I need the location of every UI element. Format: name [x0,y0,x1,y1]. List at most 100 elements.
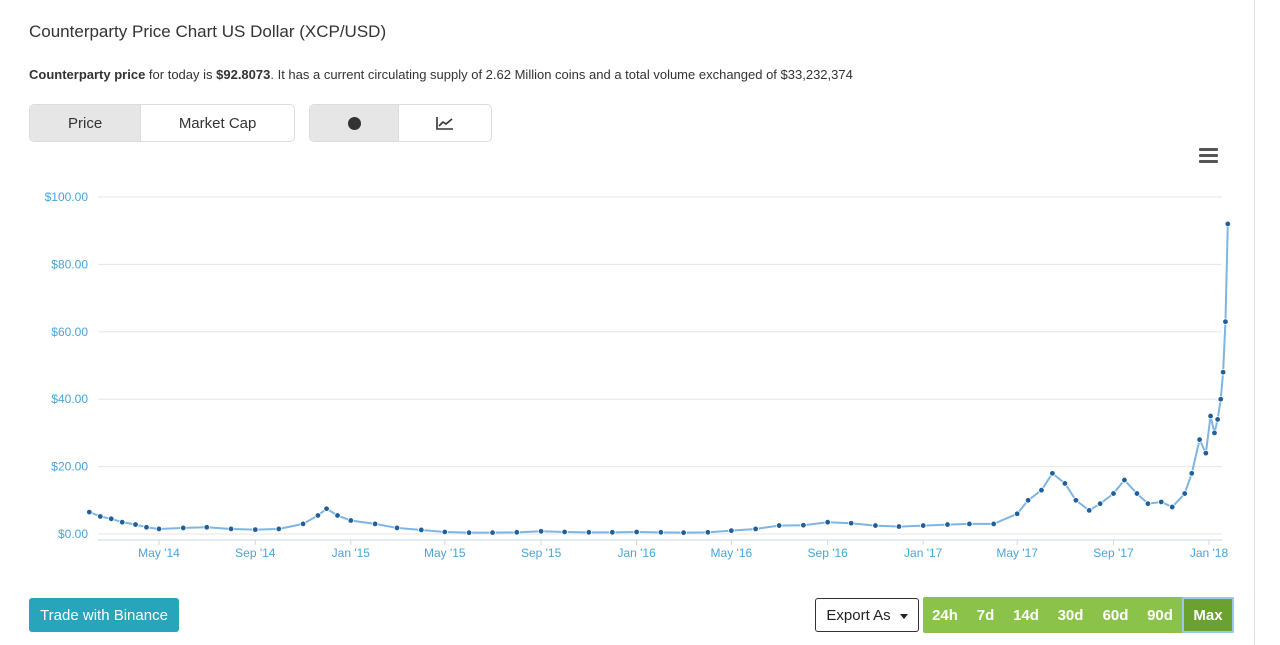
price-point [347,517,355,524]
y-tick-label: $60.00 [51,325,88,339]
export-as-dropdown[interactable]: Export As [815,598,919,632]
price-point [275,525,282,533]
price-point [1158,498,1165,506]
price-point [944,521,951,528]
price-point [118,519,126,526]
price-point [1168,503,1176,511]
price-point [97,513,104,520]
price-point [252,526,259,533]
x-tick-label: Sep '15 [521,546,562,560]
range-90d-button[interactable]: 90d [1138,597,1182,633]
price-point [1024,497,1032,504]
x-tick-label: Sep '14 [235,546,276,560]
x-tick-label: May '17 [996,546,1038,560]
hamburger-menu-icon[interactable] [1199,148,1218,163]
price-point [323,505,330,512]
price-point [334,512,341,519]
price-point [441,528,448,536]
price-point [1121,476,1128,484]
price-point [1188,470,1195,477]
price-point [1086,507,1093,514]
price-toggle-button[interactable]: Price [30,105,141,141]
desc-suffix: . It has a current circulating supply of… [270,67,853,82]
price-point [1217,395,1224,403]
price-point [752,525,759,533]
price-point [633,528,640,536]
today-price: $92.8073 [216,67,271,82]
price-point [1013,510,1021,517]
market-cap-toggle-button[interactable]: Market Cap [140,105,294,141]
x-tick-label: May '14 [138,546,180,560]
page-title: Counterparty Price Chart US Dollar (XCP/… [29,22,387,41]
price-point [728,527,735,534]
coin-price-label: Counterparty price [29,67,146,82]
price-point [513,529,521,536]
price-point [1072,497,1080,504]
range-24h-button[interactable]: 24h [923,597,967,633]
y-tick-label: $80.00 [51,257,88,271]
price-point [680,529,687,536]
chart-style-toggle [309,104,492,142]
price-point [1207,412,1214,420]
price-point [1224,220,1231,228]
price-point [155,525,163,533]
y-tick-label: $0.00 [58,527,88,541]
line-style-button[interactable] [398,105,491,141]
dot-style-button[interactable] [310,105,399,141]
price-point [203,524,210,531]
y-tick-label: $100.00 [45,190,89,204]
price-point [1110,490,1117,497]
price-point [800,522,807,529]
price-point [1196,436,1203,443]
price-point [704,529,712,536]
price-point [537,528,545,535]
price-point [108,515,115,523]
price-point [1211,429,1218,437]
range-14d-button[interactable]: 14d [1004,597,1048,633]
price-point [1181,490,1188,497]
price-point [1144,500,1152,507]
price-point [371,520,379,528]
price-point [585,529,593,536]
x-tick-label: Jan '16 [617,546,656,560]
metric-toggle: Price Market Cap [29,104,295,142]
price-point [314,512,322,519]
price-point [299,520,307,528]
price-point [465,529,473,536]
price-point [227,525,235,533]
price-point [1202,449,1210,457]
x-tick-label: Jan '15 [332,546,371,560]
line-chart-icon [436,117,453,130]
price-point [86,508,93,516]
price-point [489,529,496,536]
price-point [966,520,973,528]
price-point [775,522,783,529]
range-max-button[interactable]: Max [1182,597,1234,633]
export-as-label: Export As [826,606,891,624]
x-tick-label: Jan '17 [904,546,943,560]
price-point [1096,500,1104,507]
price-chart: $0.00 $20.00 $40.00 $60.00 $80.00 $100.00 May … [45,190,1231,560]
price-point [180,524,187,532]
range-7d-button[interactable]: 7d [967,597,1004,633]
price-point [1133,490,1141,497]
x-tick-label: Sep '17 [1093,546,1134,560]
x-tick-label: May '15 [424,546,466,560]
range-selector: 24h 7d 14d 30d 60d 90d Max [923,597,1234,633]
x-tick-label: May '16 [711,546,753,560]
trade-with-binance-button[interactable]: Trade with Binance [29,598,179,632]
price-point [1219,369,1227,376]
chart-panel: Counterparty Price Chart US Dollar (XCP/… [0,0,1255,645]
price-point [1049,470,1056,477]
price-description: Counterparty price for today is $92.8073… [29,67,853,82]
price-point [990,520,997,528]
range-60d-button[interactable]: 60d [1093,597,1138,633]
price-point [1222,318,1229,325]
price-point [143,524,150,531]
range-30d-button[interactable]: 30d [1048,597,1093,633]
price-point [872,522,879,529]
desc-mid: for today is [145,67,217,82]
price-point [657,529,665,536]
x-tick-label: Jan '18 [1190,546,1229,560]
y-tick-label: $20.00 [51,460,88,474]
